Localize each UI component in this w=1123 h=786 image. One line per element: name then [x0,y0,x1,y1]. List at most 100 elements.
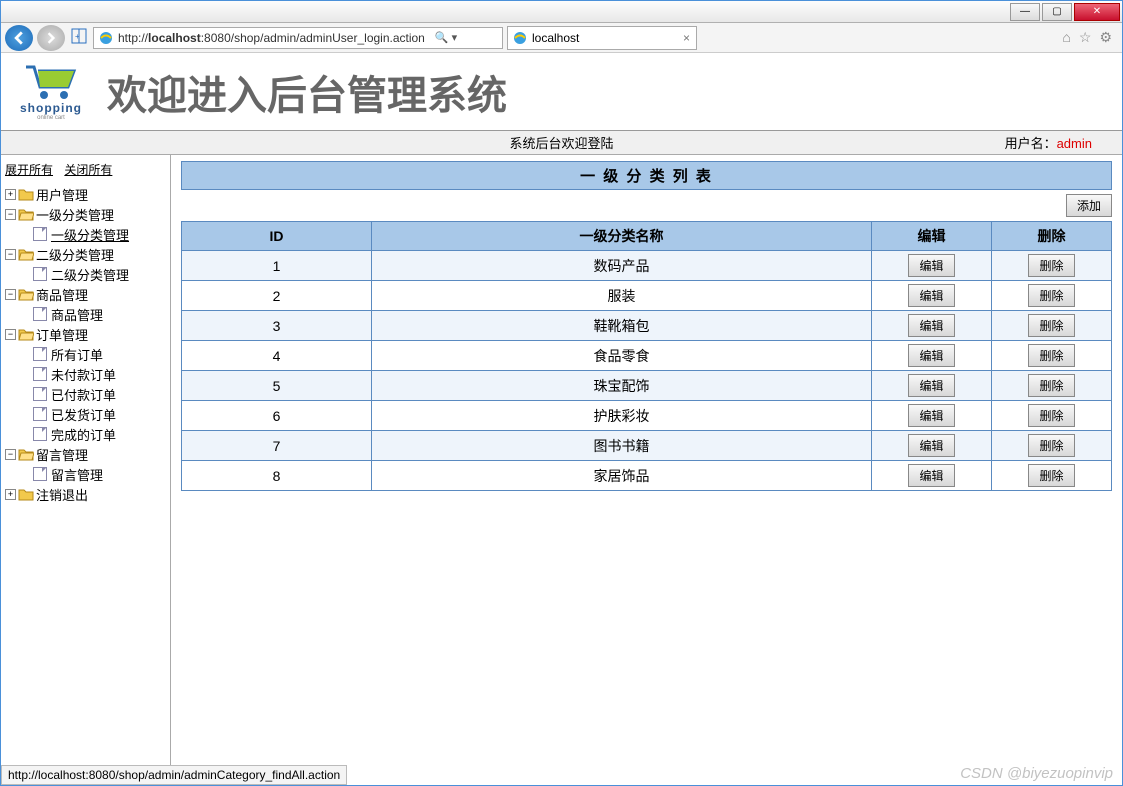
settings-icon[interactable]: ⚙ [1099,29,1112,46]
browser-toolbar: + http://localhost:8080/shop/admin/admin… [1,23,1122,53]
window-titlebar: — ▢ ✕ [1,1,1122,23]
browser-tab[interactable]: localhost × [507,26,697,50]
page-icon [33,307,47,321]
tree-toggle-icon[interactable]: + [5,189,16,200]
tree-node-label[interactable]: 商品管理 [36,285,88,304]
tree-leaf[interactable]: 二级分类管理 [5,264,166,284]
tree-node-label[interactable]: 注销退出 [36,485,88,504]
delete-button[interactable]: 删除 [1028,314,1074,337]
edit-button[interactable]: 编辑 [908,254,954,277]
cell-name: 家居饰品 [372,461,872,491]
tree-leaf-label[interactable]: 完成的订单 [51,425,116,444]
collapse-all-link[interactable]: 关闭所有 [64,163,112,177]
delete-button[interactable]: 删除 [1028,374,1074,397]
status-bar: 系统后台欢迎登陆 用户名：admin [1,131,1122,155]
tree-toggle-icon[interactable]: − [5,249,16,260]
cell-name: 食品零食 [372,341,872,371]
tree-node[interactable]: − 留言管理 [5,444,166,464]
tree-leaf-label[interactable]: 已发货订单 [51,405,116,424]
window-close-button[interactable]: ✕ [1074,3,1120,21]
cell-name: 珠宝配饰 [372,371,872,401]
logo-subtitle: online cart [11,115,91,121]
delete-button[interactable]: 删除 [1028,464,1074,487]
tree-leaf[interactable]: 商品管理 [5,304,166,324]
home-icon[interactable]: ⌂ [1062,29,1070,46]
tree-toggle-icon[interactable]: − [5,209,16,220]
favorites-icon[interactable]: ☆ [1079,29,1092,46]
folder-icon [18,287,34,301]
search-dropdown-icon[interactable]: 🔍 ▾ [429,31,463,44]
cell-id: 4 [182,341,372,371]
tree-leaf[interactable]: 已发货订单 [5,404,166,424]
cell-id: 6 [182,401,372,431]
page-icon [33,387,47,401]
tree-node[interactable]: − 一级分类管理 [5,204,166,224]
col-name: 一级分类名称 [372,222,872,251]
tree-leaf[interactable]: 留言管理 [5,464,166,484]
cell-name: 图书书籍 [372,431,872,461]
expand-all-link[interactable]: 展开所有 [5,163,53,177]
tree-leaf[interactable]: 已付款订单 [5,384,166,404]
edit-button[interactable]: 编辑 [908,464,954,487]
ie-favicon-icon [98,30,114,46]
window-minimize-button[interactable]: — [1010,3,1040,21]
address-bar[interactable]: http://localhost:8080/shop/admin/adminUs… [93,27,503,49]
delete-button[interactable]: 删除 [1028,434,1074,457]
tree-leaf-label[interactable]: 未付款订单 [51,365,116,384]
delete-button[interactable]: 删除 [1028,284,1074,307]
tree-node-label[interactable]: 一级分类管理 [36,205,114,224]
tree-leaf-label[interactable]: 一级分类管理 [51,225,129,244]
tree-leaf[interactable]: 未付款订单 [5,364,166,384]
edit-button[interactable]: 编辑 [908,374,954,397]
tree-leaf-label[interactable]: 所有订单 [51,345,103,364]
compat-view-icon[interactable]: + [69,28,89,47]
col-delete: 删除 [992,222,1112,251]
tree-node-label[interactable]: 用户管理 [36,185,88,204]
tree-node-label[interactable]: 留言管理 [36,445,88,464]
tree-leaf-label[interactable]: 留言管理 [51,465,103,484]
edit-button[interactable]: 编辑 [908,434,954,457]
edit-button[interactable]: 编辑 [908,344,954,367]
tree-leaf-label[interactable]: 二级分类管理 [51,265,129,284]
tree-leaf[interactable]: 完成的订单 [5,424,166,444]
tree-leaf-label[interactable]: 已付款订单 [51,385,116,404]
tree-node[interactable]: + 注销退出 [5,484,166,504]
folder-icon [18,187,34,201]
tree-toggle-icon[interactable]: + [5,489,16,500]
tab-close-icon[interactable]: × [683,31,690,45]
tree-leaf-label[interactable]: 商品管理 [51,305,103,324]
status-hover-link: http://localhost:8080/shop/admin/adminCa… [1,765,347,785]
table-row: 3鞋靴箱包编辑删除 [182,311,1112,341]
table-row: 5珠宝配饰编辑删除 [182,371,1112,401]
tree-node-label[interactable]: 订单管理 [36,325,88,344]
cell-name: 数码产品 [372,251,872,281]
tab-title: localhost [532,31,579,45]
delete-button[interactable]: 删除 [1028,404,1074,427]
back-button[interactable] [5,25,33,51]
delete-button[interactable]: 删除 [1028,254,1074,277]
tree-toggle-icon[interactable]: − [5,289,16,300]
sidebar: 展开所有 关闭所有 + 用户管理 − 一级分类管理一级分类管理 − 二级分类管理二级分类管… [1,155,171,785]
tree-node[interactable]: − 商品管理 [5,284,166,304]
tree-node[interactable]: − 订单管理 [5,324,166,344]
cell-id: 7 [182,431,372,461]
delete-button[interactable]: 删除 [1028,344,1074,367]
edit-button[interactable]: 编辑 [908,284,954,307]
tree-node[interactable]: − 二级分类管理 [5,244,166,264]
forward-button[interactable] [37,25,65,51]
add-button[interactable]: 添加 [1066,194,1112,217]
user-name: admin [1057,136,1092,151]
edit-button[interactable]: 编辑 [908,404,954,427]
category-table: ID 一级分类名称 编辑 删除 1数码产品编辑删除2服装编辑删除3鞋靴箱包编辑删… [181,221,1112,491]
window-maximize-button[interactable]: ▢ [1042,3,1072,21]
tree-toggle-icon[interactable]: − [5,329,16,340]
tree-leaf[interactable]: 一级分类管理 [5,224,166,244]
edit-button[interactable]: 编辑 [908,314,954,337]
page-header: shopping online cart 欢迎进入后台管理系统 [1,53,1122,131]
folder-icon [18,327,34,341]
tree-toggle-icon[interactable]: − [5,449,16,460]
tree-leaf[interactable]: 所有订单 [5,344,166,364]
tree-node[interactable]: + 用户管理 [5,184,166,204]
tree-node-label[interactable]: 二级分类管理 [36,245,114,264]
logo-name: shopping [11,101,91,115]
